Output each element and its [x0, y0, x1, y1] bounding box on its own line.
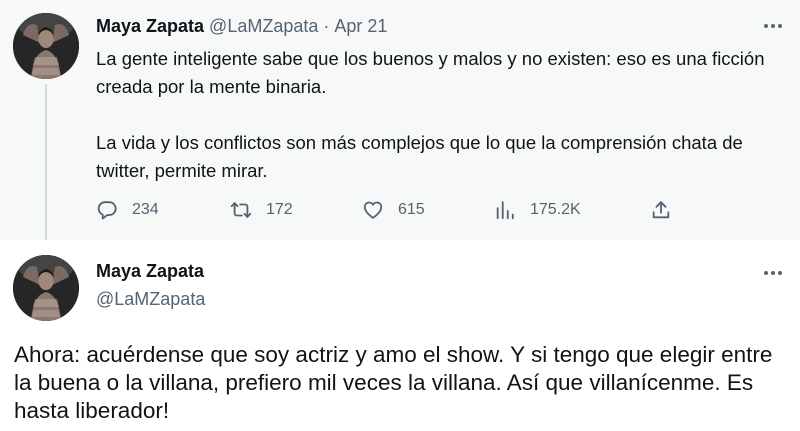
more-options-button[interactable] [761, 263, 785, 283]
tweet-paragraph: La gente inteligente sabe que los buenos… [96, 48, 765, 97]
tweet-date[interactable]: Apr 21 [334, 16, 387, 37]
reply-icon [97, 201, 117, 220]
more-options-button[interactable] [761, 16, 785, 36]
retweet-count: 172 [266, 201, 293, 218]
tweet-text: La gente inteligente sabe que los buenos… [96, 45, 788, 185]
like-button[interactable]: 615 [362, 196, 425, 224]
like-count: 615 [398, 201, 425, 218]
tweet-text: Ahora: acuérdense que soy actriz y amo e… [14, 342, 773, 423]
avatar-photo [13, 255, 79, 321]
more-icon [764, 271, 782, 275]
avatar-photo [13, 13, 79, 79]
share-icon [652, 201, 670, 219]
tweet-paragraph: La vida y los conflictos son más complej… [96, 132, 743, 181]
author-name[interactable]: Maya Zapata [96, 16, 204, 37]
main-tweet[interactable]: Maya Zapata @LaMZapata Ahora: acuérdense… [0, 240, 800, 431]
views-count: 175.2K [530, 201, 581, 218]
tweet-header: Maya Zapata @LaMZapata · Apr 21 [96, 14, 387, 38]
author-avatar[interactable] [13, 13, 79, 79]
thread-connector-line [45, 84, 47, 250]
like-icon [363, 201, 383, 219]
author-avatar[interactable] [13, 255, 79, 321]
more-icon [764, 24, 782, 28]
author-handle[interactable]: @LaMZapata [96, 289, 205, 310]
views-icon [496, 201, 514, 220]
author-name[interactable]: Maya Zapata [96, 261, 204, 282]
views-button[interactable]: 175.2K [494, 196, 581, 224]
tweet-actions: 234 172 615 175.2K [96, 196, 696, 224]
parent-tweet[interactable]: Maya Zapata @LaMZapata · Apr 21 La gente… [0, 0, 800, 250]
reply-count: 234 [132, 201, 159, 218]
header-separator: · [323, 15, 330, 36]
author-handle[interactable]: @LaMZapata [209, 16, 318, 37]
retweet-icon [230, 202, 252, 218]
retweet-button[interactable]: 172 [230, 196, 293, 224]
reply-button[interactable]: 234 [96, 196, 159, 224]
share-button[interactable] [650, 196, 672, 224]
